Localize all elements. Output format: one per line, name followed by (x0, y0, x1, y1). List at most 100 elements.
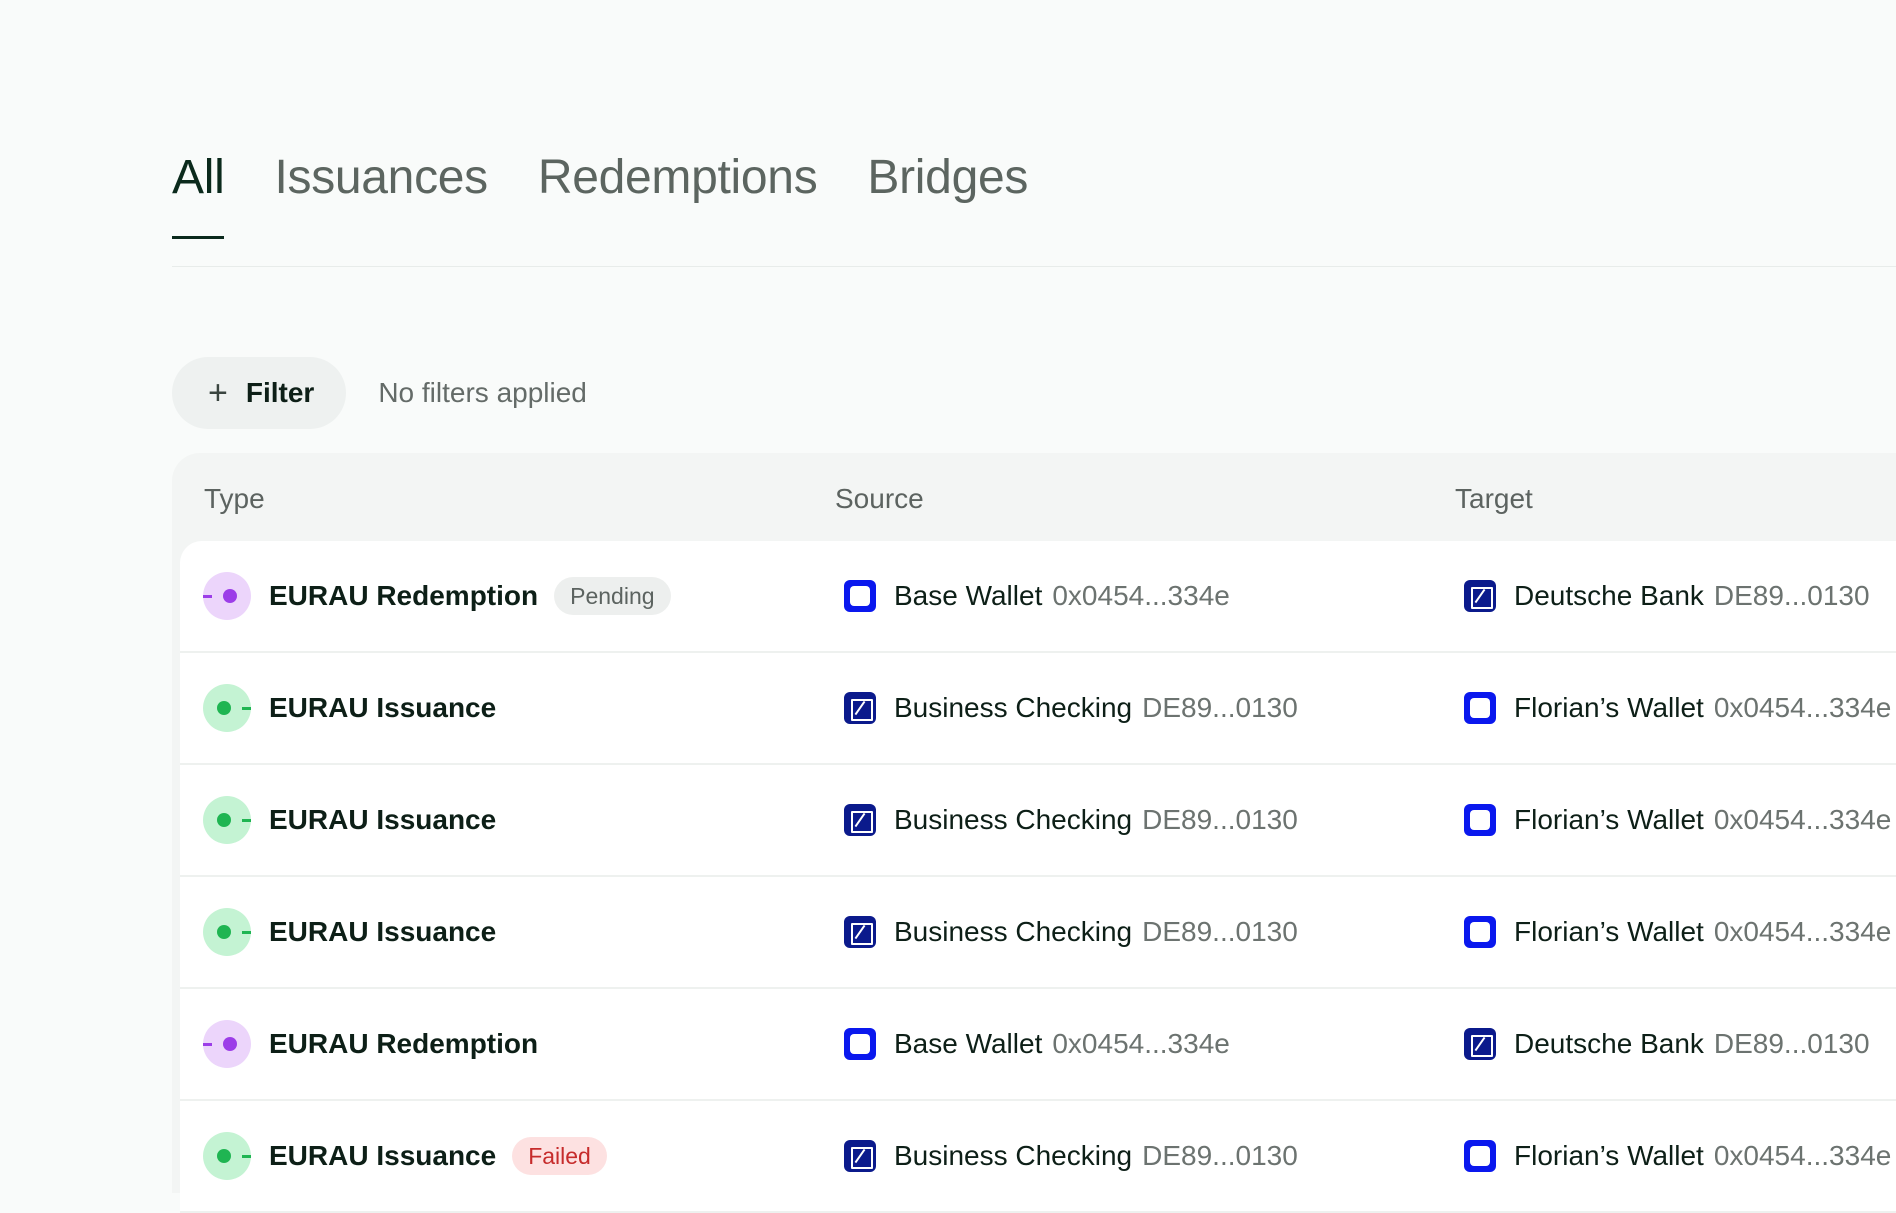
source-id: 0x0454...334e (1052, 1028, 1230, 1059)
icon-dash (242, 931, 251, 934)
tabs: All Issuances Redemptions Bridges (172, 150, 1028, 239)
issuance-icon (203, 684, 251, 732)
type-cell: EURAU Issuance (203, 877, 496, 987)
target-name: Florian’s Wallet (1514, 692, 1704, 723)
target-cell: Deutsche Bank DE89...0130 (1464, 989, 1870, 1099)
target-cell: Florian’s Wallet 0x0454...334e (1464, 877, 1891, 987)
table-header: Type Source Target (172, 453, 1896, 541)
issuance-icon (203, 908, 251, 956)
table-row[interactable]: EURAU Issuance Business Checking DE89...01… (180, 765, 1896, 877)
icon-dash (242, 819, 251, 822)
wallet-icon (1464, 916, 1496, 948)
source-id: DE89...0130 (1142, 916, 1298, 947)
target-cell: Florian’s Wallet 0x0454...334e (1464, 653, 1891, 763)
target-cell: Florian’s Wallet 0x0454...334e (1464, 1101, 1891, 1211)
source-cell: Base Wallet 0x0454...334e (844, 541, 1230, 651)
source-name: Base Wallet (894, 580, 1043, 611)
source-id: DE89...0130 (1142, 1140, 1298, 1171)
plus-icon: + (208, 374, 228, 412)
bank-icon (844, 804, 876, 836)
wallet-icon (844, 1028, 876, 1060)
target-name: Deutsche Bank (1514, 1028, 1704, 1059)
source-name: Business Checking (894, 916, 1133, 947)
icon-dot (217, 925, 231, 939)
icon-dash (203, 595, 212, 598)
header-target: Target (1455, 483, 1533, 514)
header-type: Type (204, 483, 265, 514)
type-cell: EURAU Issuance (203, 765, 496, 875)
filter-button[interactable]: + Filter (172, 357, 347, 429)
type-cell: EURAU Issuance (203, 653, 496, 763)
type-label: EURAU Redemption (269, 580, 539, 611)
target-id: 0x0454...334e (1713, 916, 1892, 947)
tab-redemptions[interactable]: Redemptions (538, 150, 818, 239)
table-row[interactable]: EURAU Redemption Pending Base Wallet 0x0454… (180, 541, 1896, 653)
type-label: EURAU Redemption (269, 1028, 539, 1059)
source-name: Business Checking (894, 692, 1133, 723)
type-cell: EURAU Redemption (203, 989, 538, 1099)
table-row[interactable]: EURAU Issuance Business Checking DE89...01… (180, 653, 1896, 765)
target-name: Florian’s Wallet (1514, 1140, 1704, 1171)
type-label: EURAU Issuance (269, 916, 497, 947)
bank-icon (1464, 1028, 1496, 1060)
source-name: Business Checking (894, 1140, 1133, 1171)
target-id: DE89...0130 (1713, 1028, 1870, 1059)
icon-dash (242, 707, 251, 710)
source-name: Base Wallet (894, 1028, 1043, 1059)
type-label: EURAU Issuance (269, 804, 497, 835)
issuance-icon (203, 1132, 251, 1180)
icon-dot (217, 701, 231, 715)
tab-bridges[interactable]: Bridges (867, 150, 1028, 239)
tabs-divider (172, 266, 1896, 267)
redemption-icon (203, 572, 251, 620)
bank-icon (844, 916, 876, 948)
source-cell: Business Checking DE89...0130 (844, 653, 1298, 763)
type-cell: EURAU Redemption Pending (203, 541, 671, 651)
source-id: 0x0454...334e (1052, 580, 1230, 611)
transactions-table: Type Source Target EURAU Redemption Pendi… (172, 453, 1896, 1213)
wallet-icon (1464, 1140, 1496, 1172)
wallet-icon (1464, 692, 1496, 724)
target-id: 0x0454...334e (1713, 692, 1892, 723)
table-row[interactable]: EURAU Redemption Base Wallet 0x0454...334e… (180, 989, 1896, 1101)
source-cell: Base Wallet 0x0454...334e (844, 989, 1230, 1099)
source-id: DE89...0130 (1142, 804, 1298, 835)
source-id: DE89...0130 (1142, 692, 1298, 723)
target-id: DE89...0130 (1713, 580, 1870, 611)
bank-icon (1464, 580, 1496, 612)
icon-dot (217, 813, 231, 827)
header-source: Source (835, 483, 924, 514)
table-row[interactable]: EURAU Issuance Failed Business Checking DE8… (180, 1101, 1896, 1213)
target-cell: Deutsche Bank DE89...0130 (1464, 541, 1870, 651)
target-name: Florian’s Wallet (1514, 804, 1704, 835)
bank-icon (844, 1140, 876, 1172)
redemption-icon (203, 1020, 251, 1068)
bank-icon (844, 692, 876, 724)
table-body: EURAU Redemption Pending Base Wallet 0x0454… (180, 541, 1896, 1213)
type-cell: EURAU Issuance Failed (203, 1101, 607, 1211)
target-id: 0x0454...334e (1713, 1140, 1892, 1171)
icon-dash (242, 1155, 251, 1158)
wallet-icon (1464, 804, 1496, 836)
target-name: Deutsche Bank (1514, 580, 1704, 611)
wallet-icon (844, 580, 876, 612)
type-label: EURAU Issuance (269, 692, 497, 723)
filter-row: + Filter No filters applied (172, 357, 587, 429)
source-cell: Business Checking DE89...0130 (844, 877, 1298, 987)
issuance-icon (203, 796, 251, 844)
filter-status: No filters applied (378, 377, 587, 408)
icon-dash (203, 1043, 212, 1046)
target-id: 0x0454...334e (1713, 804, 1892, 835)
source-cell: Business Checking DE89...0130 (844, 1101, 1298, 1211)
type-label: EURAU Issuance (269, 1140, 497, 1171)
source-cell: Business Checking DE89...0130 (844, 765, 1298, 875)
source-name: Business Checking (894, 804, 1133, 835)
target-name: Florian’s Wallet (1514, 916, 1704, 947)
status-badge: Failed (512, 1137, 607, 1175)
icon-dot (223, 1037, 237, 1051)
target-cell: Florian’s Wallet 0x0454...334e (1464, 765, 1891, 875)
table-row[interactable]: EURAU Issuance Business Checking DE89...01… (180, 877, 1896, 989)
icon-dot (223, 589, 237, 603)
tab-all[interactable]: All (172, 150, 225, 239)
tab-issuances[interactable]: Issuances (274, 150, 488, 239)
